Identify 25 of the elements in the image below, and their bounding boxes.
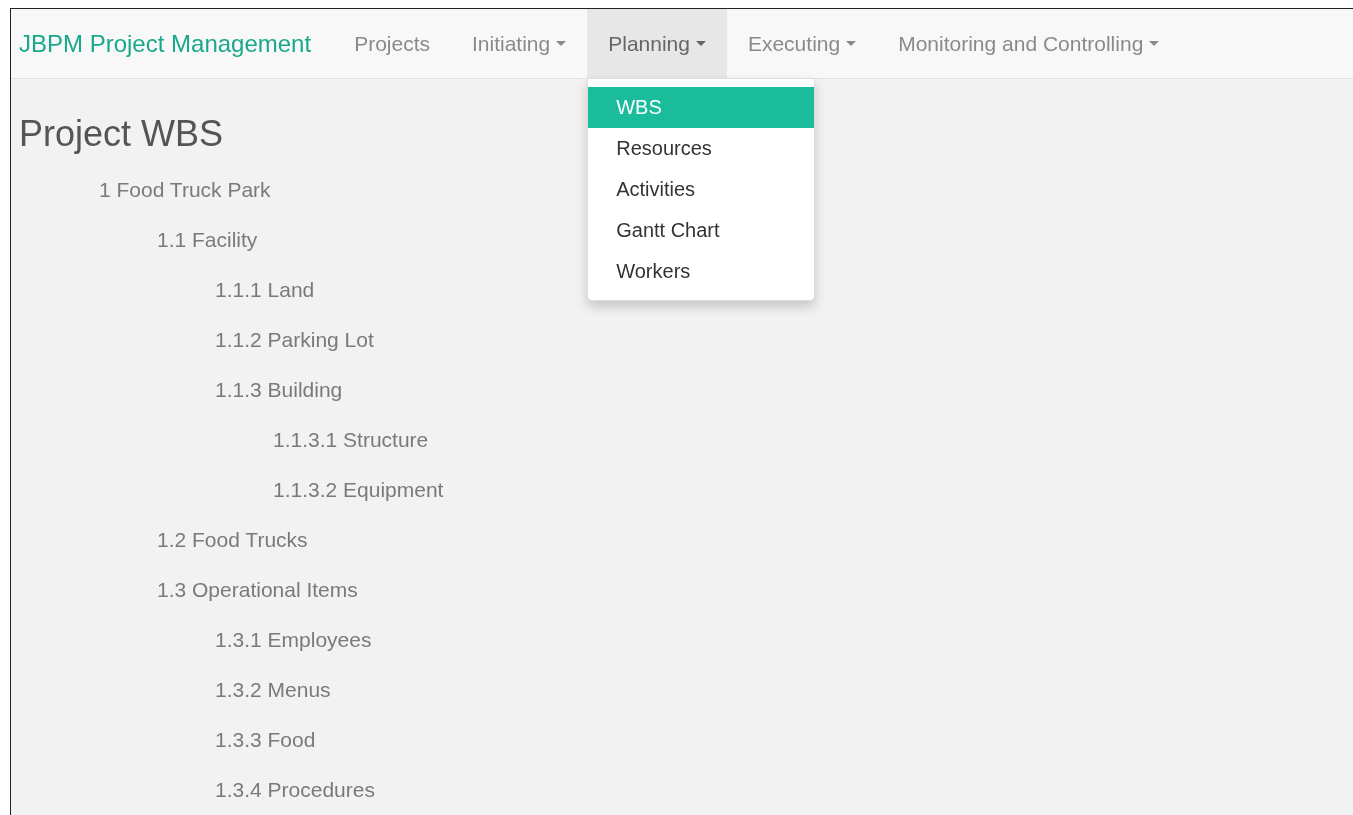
menu-item[interactable]: WBS — [588, 87, 815, 128]
wbs-item: 1 Food Truck Park — [99, 177, 271, 203]
wbs-item: 1.1.3.2 Equipment — [273, 477, 444, 503]
wbs-item: 1.3.4 Procedures — [215, 777, 375, 803]
menu-item[interactable]: Gantt Chart — [588, 210, 815, 251]
wbs-item: 1.3.2 Menus — [215, 677, 331, 703]
wbs-item: 1.1.3 Building — [215, 377, 343, 403]
menu-item[interactable]: Workers — [588, 251, 815, 292]
nav-tab[interactable]: Planning — [587, 9, 727, 78]
menu-item[interactable]: Activities — [588, 169, 815, 210]
wbs-item: 1.1.1 Land — [215, 277, 315, 303]
wbs-item: 1.3 Operational Items — [157, 577, 358, 603]
wbs-item: 1.1.2 Parking Lot — [215, 327, 374, 353]
nav-tab[interactable]: Projects — [333, 9, 451, 78]
nav-tab[interactable]: Initiating — [451, 9, 588, 78]
wbs-item: 1.2 Food Trucks — [157, 527, 308, 553]
nav-tab[interactable]: Monitoring and Controlling — [877, 9, 1181, 78]
wbs-item: 1.3.1 Employees — [215, 627, 372, 653]
brand-link[interactable]: JBPM Project Management — [11, 9, 334, 78]
wbs-item: 1.1 Facility — [157, 227, 258, 253]
wbs-item: 1.3.3 Food — [215, 727, 316, 753]
page-title: Project WBS — [19, 113, 224, 155]
menu-item[interactable]: Resources — [588, 128, 815, 169]
nav-tab[interactable]: Executing — [726, 9, 878, 78]
wbs-item: 1.1.3.1 Structure — [273, 427, 429, 453]
